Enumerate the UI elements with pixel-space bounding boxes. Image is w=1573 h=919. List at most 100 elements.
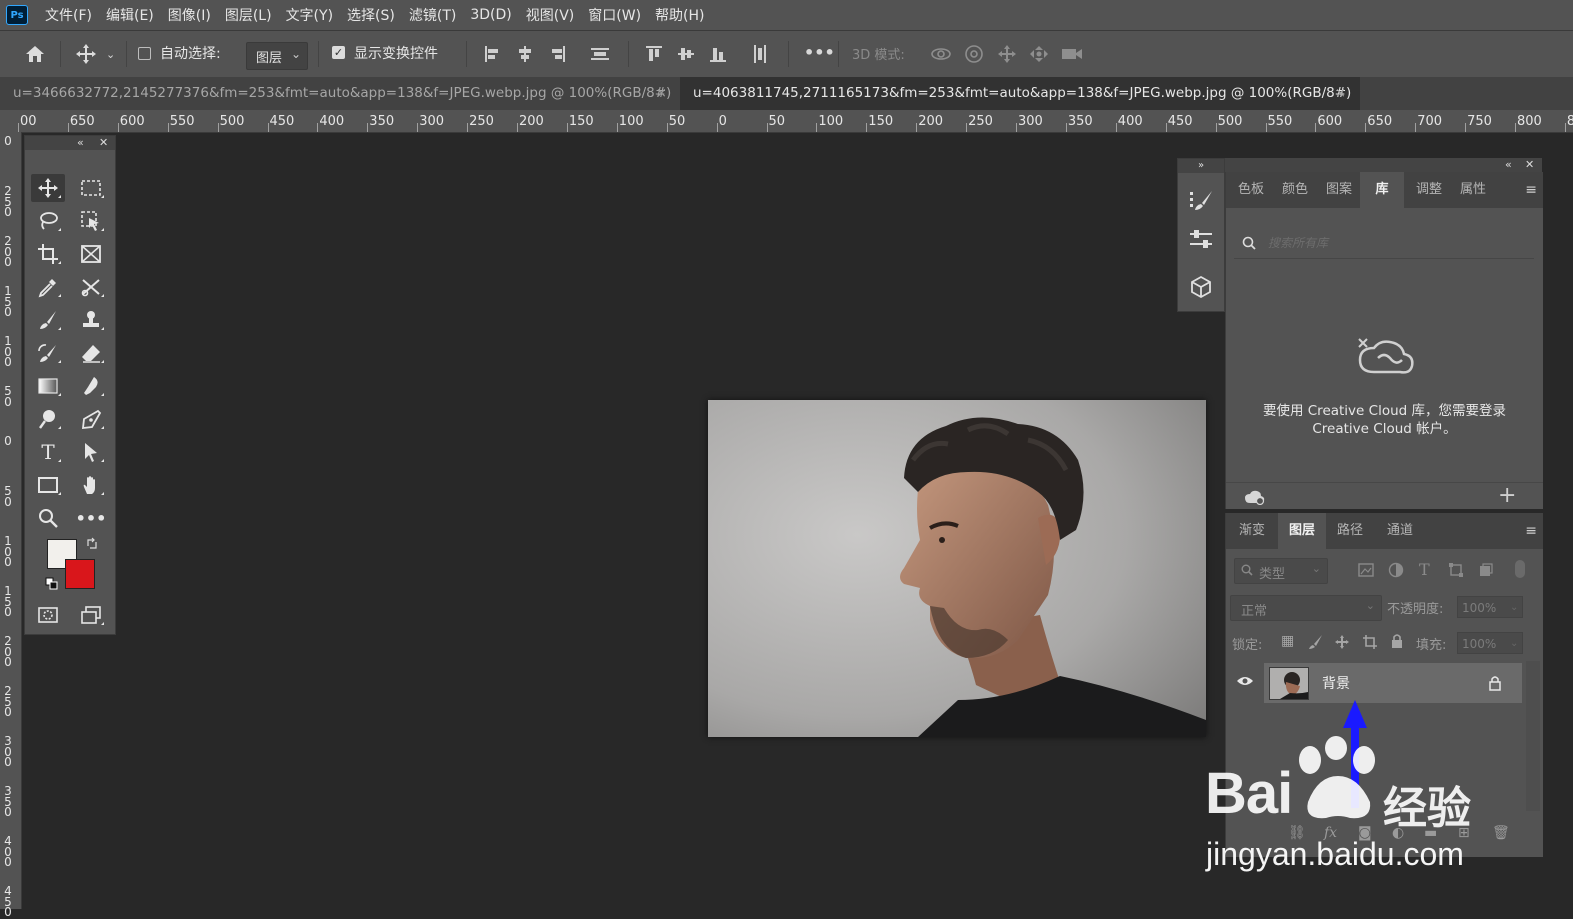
align-left-icon[interactable] bbox=[484, 45, 502, 63]
menu-type[interactable]: 文字(Y) bbox=[279, 5, 340, 25]
adjustments-button[interactable] bbox=[1185, 223, 1217, 255]
lasso-tool-button[interactable] bbox=[31, 207, 65, 235]
tab-libraries[interactable]: 库 bbox=[1360, 172, 1404, 208]
photoshop-logo-icon[interactable]: Ps bbox=[6, 5, 28, 25]
type-tool-button[interactable]: T bbox=[31, 438, 65, 466]
menu-view[interactable]: 视图(V) bbox=[519, 5, 582, 25]
default-colors-icon[interactable] bbox=[45, 577, 59, 591]
layer-filter-dropdown[interactable]: 类型 ⌄ bbox=[1234, 558, 1328, 584]
align-vertical-center-icon[interactable] bbox=[677, 45, 695, 63]
path-selection-tool-button[interactable] bbox=[74, 438, 108, 466]
horizontal-ruler[interactable]: 00 650 600 550 500 450 400 350 300 250 200 150 100 50… bbox=[0, 110, 1573, 133]
dodge-tool-button[interactable] bbox=[31, 405, 65, 433]
filter-adjustment-icon[interactable] bbox=[1388, 562, 1404, 578]
distribute-horizontal-icon[interactable] bbox=[590, 45, 610, 63]
lock-transparent-pixels-icon[interactable]: ▦ bbox=[1281, 633, 1294, 649]
3d-panel-button[interactable] bbox=[1185, 271, 1217, 303]
tab-layers[interactable]: 图层 bbox=[1278, 513, 1326, 549]
lock-artboard-icon[interactable] bbox=[1362, 634, 1378, 650]
document-tab[interactable]: u=3466632772,2145277376&fm=253&fmt=auto&… bbox=[0, 77, 680, 110]
menu-file[interactable]: 文件(F) bbox=[38, 5, 99, 25]
rectangle-tool-button[interactable] bbox=[31, 471, 65, 499]
expand-icon[interactable]: » bbox=[1178, 159, 1224, 173]
tab-paths[interactable]: 路径 bbox=[1326, 513, 1374, 549]
background-color-swatch[interactable] bbox=[65, 559, 95, 589]
edit-toolbar-button[interactable]: ••• bbox=[74, 504, 108, 532]
hand-tool-button[interactable] bbox=[74, 471, 108, 499]
more-options-icon[interactable]: ••• bbox=[804, 42, 835, 64]
eraser-tool-button[interactable] bbox=[74, 339, 108, 367]
tab-color[interactable]: 颜色 bbox=[1274, 172, 1316, 208]
fill-field[interactable]: 100% ⌄ bbox=[1457, 632, 1523, 654]
trash-icon[interactable]: 🗑 bbox=[1492, 825, 1510, 841]
lock-icon[interactable] bbox=[1488, 675, 1502, 691]
menu-window[interactable]: 窗口(W) bbox=[581, 5, 648, 25]
tab-channels[interactable]: 通道 bbox=[1376, 513, 1424, 549]
align-bottom-icon[interactable] bbox=[709, 45, 727, 63]
collapse-icon[interactable]: « bbox=[77, 136, 84, 150]
menu-select[interactable]: 选择(S) bbox=[340, 5, 402, 25]
crop-tool-button[interactable] bbox=[31, 240, 65, 268]
filter-pixel-icon[interactable] bbox=[1358, 563, 1374, 577]
clone-stamp-tool-button[interactable] bbox=[74, 306, 108, 334]
layers-scrollbar[interactable] bbox=[1526, 661, 1540, 811]
tab-adjustments[interactable]: 调整 bbox=[1408, 172, 1450, 208]
document-tab-active[interactable]: u=4063811745,2711165173&fm=253&fmt=auto&… bbox=[680, 77, 1360, 110]
panel-dock-header[interactable]: « ✕ bbox=[1225, 158, 1542, 172]
align-top-icon[interactable] bbox=[645, 45, 663, 63]
library-search-field[interactable]: 搜索所有库 bbox=[1234, 228, 1534, 259]
add-icon[interactable]: + bbox=[1498, 483, 1516, 509]
lock-all-icon[interactable] bbox=[1390, 633, 1404, 649]
vertical-ruler[interactable]: 0 2 5 0 2 0 0 1 5 0 1 0 0 5 0 0 5 0 1 0 0 1 5 0 2 … bbox=[0, 132, 22, 918]
lock-position-icon[interactable] bbox=[1334, 634, 1350, 650]
swap-colors-icon[interactable] bbox=[86, 537, 98, 549]
auto-select-target-dropdown[interactable]: 图层 ⌄ bbox=[246, 42, 308, 70]
eye-icon[interactable] bbox=[1236, 675, 1254, 687]
menu-help[interactable]: 帮助(H) bbox=[648, 5, 711, 25]
frame-tool-button[interactable] bbox=[74, 240, 108, 268]
quick-mask-button[interactable] bbox=[31, 601, 65, 629]
panel-menu-icon[interactable]: ≡ bbox=[1525, 523, 1537, 539]
roll-3d-icon[interactable] bbox=[963, 44, 985, 64]
chevron-down-icon[interactable]: ⌄ bbox=[106, 44, 115, 66]
move-tool-button[interactable] bbox=[31, 174, 65, 202]
menu-layer[interactable]: 图层(L) bbox=[218, 5, 279, 25]
tab-swatches[interactable]: 色板 bbox=[1230, 172, 1272, 208]
tab-patterns[interactable]: 图案 bbox=[1318, 172, 1360, 208]
close-icon[interactable]: × bbox=[656, 77, 667, 110]
canvas-document-image[interactable] bbox=[708, 400, 1206, 737]
object-selection-tool-button[interactable] bbox=[74, 207, 108, 235]
pen-tool-button[interactable] bbox=[74, 405, 108, 433]
brush-tool-button[interactable] bbox=[31, 306, 65, 334]
show-transform-checkbox[interactable]: ✓ bbox=[332, 46, 345, 59]
distribute-vertical-icon[interactable] bbox=[751, 44, 769, 64]
close-icon[interactable]: × bbox=[1335, 77, 1346, 110]
close-icon[interactable]: ✕ bbox=[1525, 158, 1534, 172]
align-horizontal-center-icon[interactable] bbox=[516, 45, 534, 63]
brush-settings-button[interactable] bbox=[1185, 185, 1217, 217]
home-icon[interactable] bbox=[24, 44, 46, 64]
menu-edit[interactable]: 编辑(E) bbox=[99, 5, 161, 25]
menu-image[interactable]: 图像(I) bbox=[161, 5, 218, 25]
slide-3d-icon[interactable] bbox=[1028, 44, 1050, 64]
move-tool-icon[interactable] bbox=[75, 43, 97, 65]
gradient-tool-button[interactable] bbox=[31, 372, 65, 400]
filter-smart-object-icon[interactable] bbox=[1478, 562, 1494, 578]
close-icon[interactable]: ✕ bbox=[99, 136, 108, 150]
filter-type-icon[interactable]: T bbox=[1419, 560, 1430, 579]
align-right-icon[interactable] bbox=[548, 45, 566, 63]
orbit-3d-icon[interactable] bbox=[930, 44, 952, 64]
auto-select-checkbox[interactable] bbox=[138, 47, 151, 60]
filter-shape-icon[interactable] bbox=[1448, 562, 1464, 578]
zoom-tool-button[interactable] bbox=[31, 504, 65, 532]
eyedropper-tool-button[interactable] bbox=[31, 273, 65, 301]
scale-3d-camera-icon[interactable] bbox=[1060, 44, 1084, 64]
rectangular-marquee-tool-button[interactable] bbox=[74, 174, 108, 202]
filter-toggle-switch[interactable] bbox=[1515, 560, 1525, 578]
screen-mode-button[interactable] bbox=[74, 601, 108, 629]
pan-3d-icon[interactable] bbox=[996, 44, 1018, 64]
collapse-icon[interactable]: « bbox=[1505, 158, 1512, 172]
history-brush-tool-button[interactable] bbox=[31, 339, 65, 367]
menu-3d[interactable]: 3D(D) bbox=[463, 7, 518, 23]
content-aware-move-tool-button[interactable] bbox=[74, 273, 108, 301]
